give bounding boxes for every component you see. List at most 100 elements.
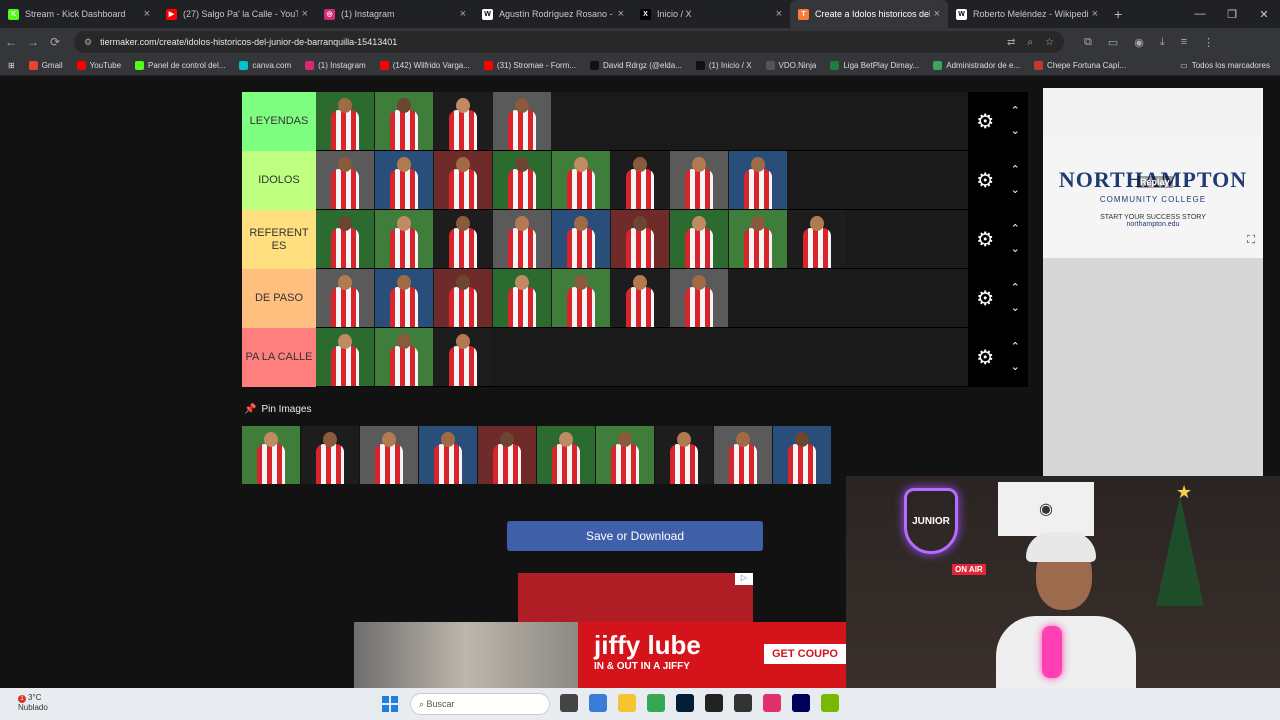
player-image[interactable] [478,426,536,484]
player-image[interactable] [375,328,433,386]
tier-label[interactable]: LEYENDAS [242,92,316,151]
cast-icon[interactable]: ▭ [1108,36,1118,49]
app-icon[interactable] [734,694,752,712]
player-image[interactable] [316,151,374,209]
player-image[interactable] [375,151,433,209]
player-image[interactable] [537,426,595,484]
weather-widget[interactable]: 1 3°C Nublado [18,693,48,713]
player-image[interactable] [670,210,728,268]
player-image[interactable] [714,426,772,484]
bookmark-item[interactable]: Gmail [28,61,63,70]
player-image[interactable] [552,151,610,209]
player-image[interactable] [493,151,551,209]
bookmark-item[interactable]: David Rdrgz (@elda... [590,61,682,70]
tier-label[interactable]: IDOLOS [242,151,316,210]
copilot-icon[interactable] [589,694,607,712]
chrome-icon[interactable] [647,694,665,712]
close-tab-icon[interactable]: × [1092,8,1098,20]
player-image[interactable] [434,269,492,327]
player-image[interactable] [434,92,492,150]
player-image[interactable] [375,92,433,150]
adchoices-icon[interactable]: ▷ [735,573,753,585]
player-image[interactable] [670,151,728,209]
player-image[interactable] [596,426,654,484]
side-ad[interactable]: NORTHAMPTON COMMUNITY COLLEGE START YOUR… [1043,88,1263,476]
apps-icon[interactable]: ⊞ [8,61,15,70]
bookmark-item[interactable]: (31) Stromae - Form... [483,61,576,70]
close-tab-icon[interactable]: × [618,8,624,20]
maximize-icon[interactable]: ❐ [1216,8,1248,21]
player-image[interactable] [729,151,787,209]
bookmark-item[interactable]: Administrador de e... [933,61,1020,70]
move-up-icon[interactable]: ⌃ [1011,160,1020,180]
bookmark-item[interactable]: (142) Wilfrido Varga... [379,61,470,70]
close-tab-icon[interactable]: × [144,8,150,20]
site-info-icon[interactable]: ⚙ [84,37,92,48]
settings-gear-icon[interactable]: ⚙ [976,286,994,311]
settings-gear-icon[interactable]: ⚙ [976,109,994,134]
player-image[interactable] [670,269,728,327]
tier-label[interactable]: DE PASO [242,269,316,328]
player-image[interactable] [773,426,831,484]
back-icon[interactable]: ← [0,35,22,49]
bookmark-item[interactable]: Liga BetPlay Dimay... [830,61,919,70]
player-image[interactable] [434,151,492,209]
settings-gear-icon[interactable]: ⚙ [976,168,994,193]
close-tab-icon[interactable]: × [934,8,940,20]
tier-label[interactable]: PA LA CALLE [242,328,316,387]
browser-tab[interactable]: K Stream - Kick Dashboard × [0,0,158,28]
fullscreen-icon[interactable]: ⛶ [1247,234,1255,247]
player-image[interactable] [301,426,359,484]
replay-button[interactable]: Replay [1137,176,1173,188]
menu-icon[interactable]: ⋮ [1203,36,1214,49]
obs-icon[interactable] [705,694,723,712]
player-image[interactable] [375,269,433,327]
reload-icon[interactable]: ⟳ [44,35,66,49]
bookmark-item[interactable]: canva.com [239,61,291,70]
player-image[interactable] [360,426,418,484]
player-image[interactable] [493,269,551,327]
nvidia-icon[interactable] [821,694,839,712]
all-bookmarks[interactable]: ▭ Todos los marcadores [1180,61,1270,70]
close-tab-icon[interactable]: × [776,8,782,20]
extensions-icon[interactable]: ⧉ [1084,36,1092,49]
browser-tab[interactable]: W Agustín Rodríguez Rosano - W × [474,0,632,28]
new-tab-icon[interactable]: + [1106,6,1130,22]
jiffy-lube-ad[interactable]: jiffy lube IN & OUT IN A JIFFY GET COUPO [354,622,846,688]
url-field[interactable]: ⚙ tiermaker.com/create/idolos-historicos… [74,31,1064,53]
player-image[interactable] [552,210,610,268]
move-up-icon[interactable]: ⌃ [1011,101,1020,121]
close-tab-icon[interactable]: × [302,8,308,20]
player-image[interactable] [655,426,713,484]
bottom-ad[interactable]: ▷ [518,573,753,623]
player-image[interactable] [611,151,669,209]
after-effects-icon[interactable] [792,694,810,712]
bookmark-star-icon[interactable]: ☆ [1045,37,1054,48]
player-image[interactable] [375,210,433,268]
download-icon[interactable]: ⤓ [1160,36,1165,49]
player-image[interactable] [316,210,374,268]
player-image[interactable] [493,92,551,150]
move-down-icon[interactable]: ⌄ [1011,298,1020,318]
bookmark-item[interactable]: Panel de control del... [135,61,225,70]
move-up-icon[interactable]: ⌃ [1011,219,1020,239]
bookmark-item[interactable]: YouTube [76,61,121,70]
zoom-icon[interactable]: ⌕ [1027,37,1033,48]
start-button[interactable] [382,696,398,712]
bookmark-item[interactable]: VDO.Ninja [765,61,816,70]
player-image[interactable] [611,269,669,327]
bookmark-item[interactable]: (1) Instagram [305,61,366,70]
player-image[interactable] [788,210,846,268]
browser-tab[interactable]: X Inicio / X × [632,0,790,28]
bookmark-item[interactable]: Chepe Fortuna Capí... [1034,61,1126,70]
move-down-icon[interactable]: ⌄ [1011,180,1020,200]
player-image[interactable] [493,210,551,268]
player-image[interactable] [729,210,787,268]
forward-icon[interactable]: → [22,35,44,49]
close-window-icon[interactable]: ✕ [1248,8,1280,21]
browser-tab[interactable]: ▶ (27) Salgo Pa' la Calle - YouTub × [158,0,316,28]
tiktok-icon[interactable] [763,694,781,712]
photoshop-icon[interactable] [676,694,694,712]
player-image[interactable] [316,269,374,327]
task-view-icon[interactable] [560,694,578,712]
